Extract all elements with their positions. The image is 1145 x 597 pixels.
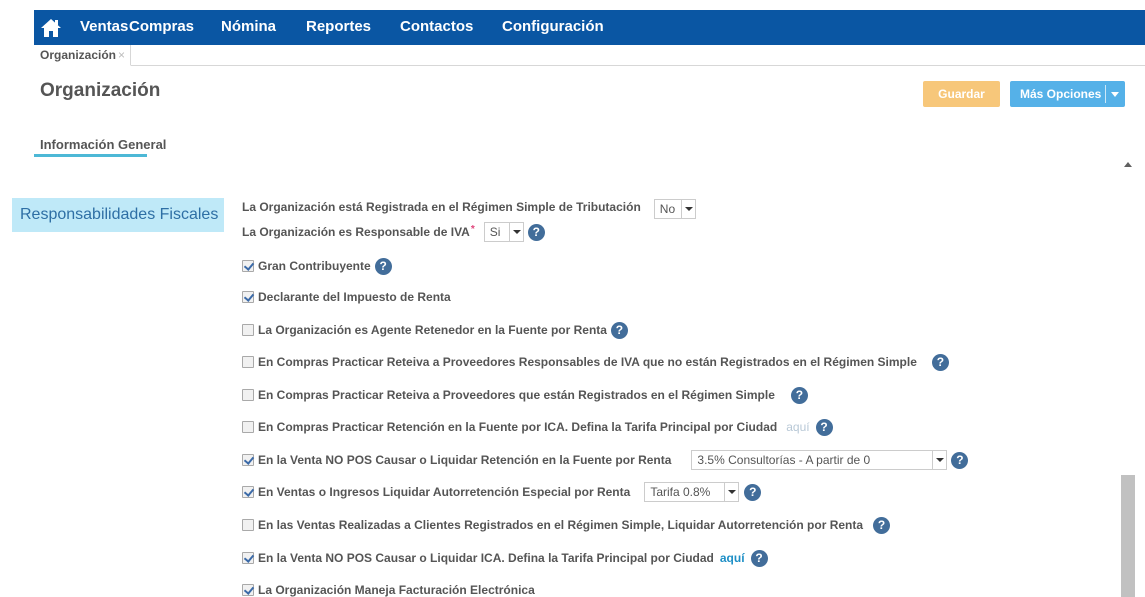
more-options-button[interactable]: Más Opciones [1010,81,1125,107]
help-icon[interactable]: ? [610,321,628,339]
simple-regime-row: La Organización está Registrada en el Ré… [242,196,696,219]
check-label: Declarante del Impuesto de Renta [258,290,451,304]
help-icon[interactable]: ? [931,353,949,371]
check-row-declarante-renta: Declarante del Impuesto de Renta [242,286,451,308]
chevron-down-icon [724,483,738,501]
check-row-venta-renta: En la Venta NO POS Causar o Liquidar Ret… [242,449,969,471]
chevron-down-icon [932,451,946,469]
check-row-reteiva-simple: En Compras Practicar Reteiva a Proveedor… [242,384,808,406]
caret-down-icon[interactable] [1111,92,1119,97]
iva-select[interactable]: Si [483,222,524,242]
home-icon[interactable] [38,10,64,45]
check-label: La Organización es Agente Retenedor en l… [258,323,607,337]
checkbox[interactable] [242,552,254,564]
check-label: Gran Contribuyente [258,259,371,273]
help-icon[interactable]: ? [790,386,808,404]
check-label: En Compras Practicar Reteiva a Proveedor… [258,388,775,402]
aqui-link[interactable]: aquí [786,420,809,434]
check-label: La Organización Maneja Facturación Elect… [258,583,535,597]
scrollbar-thumb[interactable] [1121,475,1135,597]
check-label: En la Venta NO POS Causar o Liquidar ICA… [258,551,714,565]
checkbox[interactable] [242,260,254,272]
tab-organizacion[interactable]: Organización × [34,45,132,66]
iva-label: La Organización es Responsable de IVA [242,225,470,239]
checkbox[interactable] [242,291,254,303]
help-icon[interactable]: ? [744,483,762,501]
check-label: En las Ventas Realizadas a Clientes Regi… [258,518,864,532]
check-label: En Compras Practicar Reteiva a Proveedor… [258,355,917,369]
check-label: En Compras Practicar Retención en la Fue… [258,420,778,434]
checkbox[interactable] [242,519,254,531]
checkbox[interactable] [242,356,254,368]
check-row-retencion-ica: En Compras Practicar Retención en la Fue… [242,416,833,438]
top-navigation: Ventas Compras Nómina Reportes Contactos… [0,0,1145,45]
help-icon[interactable]: ? [873,516,891,534]
tab-label: Organización [40,48,117,62]
tab-informacion-general[interactable]: Información General [40,137,166,152]
scroll-up-icon[interactable] [1124,162,1132,167]
checkbox[interactable] [242,486,254,498]
nav-item-contactos[interactable]: Contactos [400,10,473,45]
check-row-autorretencion-simple: En las Ventas Realizadas a Clientes Regi… [242,514,891,536]
check-row-facturacion-electronica: La Organización Maneja Facturación Elect… [242,579,535,597]
check-row-agente-retenedor: La Organización es Agente Retenedor en l… [242,319,628,341]
close-icon[interactable]: × [118,48,125,62]
active-tab-indicator [34,154,147,157]
retencion-renta-value: 3.5% Consultorías - A partir de 0 [697,453,871,467]
help-icon[interactable]: ? [951,451,969,469]
nav-item-ventas[interactable]: Ventas [80,10,128,45]
page-title: Organización [40,80,161,101]
help-icon[interactable]: ? [527,223,545,241]
autorretencion-select[interactable]: Tarifa 0.8% [644,482,740,502]
nav-item-reportes[interactable]: Reportes [306,10,371,45]
checkbox[interactable] [242,584,254,596]
check-row-gran-contribuyente: Gran Contribuyente ? [242,255,392,277]
help-icon[interactable]: ? [750,549,768,567]
iva-row: La Organización es Responsable de IVA * S… [242,221,545,243]
checkbox[interactable] [242,454,254,466]
iva-value: Si [489,225,501,239]
chevron-down-icon [508,223,523,241]
autorretencion-value: Tarifa 0.8% [650,485,711,499]
nav-item-nomina[interactable]: Nómina [221,10,276,45]
nav-item-compras[interactable]: Compras [129,10,194,45]
required-marker: * [470,223,475,235]
section-label: Responsabilidades Fiscales [12,198,224,232]
more-options-label: Más Opciones [1020,87,1102,101]
check-label: En la Venta NO POS Causar o Liquidar Ret… [258,453,672,467]
vertical-scrollbar[interactable] [1121,156,1135,597]
save-button[interactable]: Guardar [923,81,1000,107]
check-row-reteiva-responsables: En Compras Practicar Reteiva a Proveedor… [242,351,949,373]
checkbox[interactable] [242,389,254,401]
simple-regime-value: No [659,202,676,216]
simple-regime-select[interactable]: No [653,199,696,219]
checkbox[interactable] [242,421,254,433]
divider [1105,85,1106,103]
help-icon[interactable]: ? [815,418,833,436]
check-row-venta-ica: En la Venta NO POS Causar o Liquidar ICA… [242,547,768,569]
check-label: En Ventas o Ingresos Liquidar Autorreten… [258,485,631,499]
retencion-renta-select[interactable]: 3.5% Consultorías - A partir de 0 [691,450,948,470]
checkbox[interactable] [242,324,254,336]
help-icon[interactable]: ? [374,257,392,275]
tab-strip: Organización × [34,45,1145,66]
simple-regime-label: La Organización está Registrada en el Ré… [242,200,641,214]
check-row-autorretencion-especial: En Ventas o Ingresos Liquidar Autorreten… [242,481,762,503]
chevron-down-icon [680,200,695,218]
nav-item-configuracion[interactable]: Configuración [502,10,604,45]
aqui-link[interactable]: aquí [720,551,745,565]
